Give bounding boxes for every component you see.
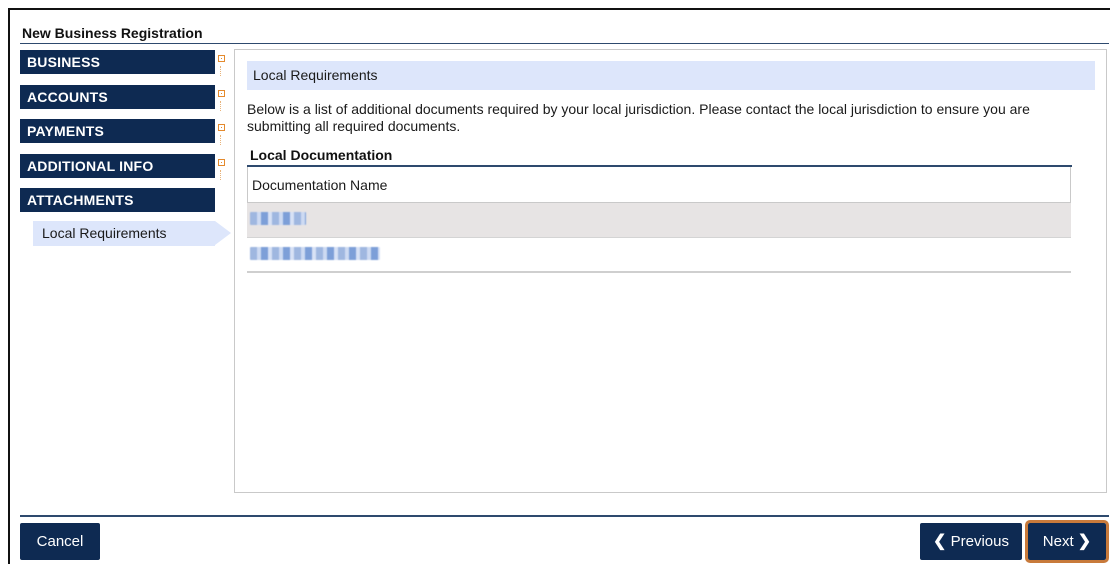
active-pointer-icon [215,221,231,245]
title-divider [20,43,1109,44]
table-row [247,238,1071,273]
documentation-table: Documentation Name [247,167,1071,273]
expand-marker-icon [218,55,225,62]
nav-item-additional-info[interactable]: ADDITIONAL INFO [20,154,215,178]
nav-item-attachments[interactable]: ATTACHMENTS [20,188,215,212]
column-header-documentation-name: Documentation Name [247,167,1071,203]
nav-subitem-local-requirements[interactable]: Local Requirements [33,221,215,246]
previous-button-label: Previous [950,533,1009,550]
section-header: Local Requirements [247,61,1095,90]
page-title: New Business Registration [22,25,203,41]
redacted-document-name [250,212,306,225]
nav-connector [220,66,223,76]
table-title: Local Documentation [250,147,393,163]
expand-marker-icon [218,159,225,166]
previous-button[interactable]: ❮ Previous [920,523,1022,560]
nav-item-business[interactable]: BUSINESS [20,50,215,74]
expand-marker-icon [218,124,225,131]
next-button[interactable]: Next ❯ [1025,520,1109,563]
nav-connector [220,135,223,145]
chevron-right-icon: ❯ [1077,533,1092,550]
nav-connector [220,170,223,180]
chevron-left-icon: ❮ [933,533,947,550]
expand-marker-icon [218,90,225,97]
footer-divider [20,515,1109,517]
nav-item-accounts[interactable]: ACCOUNTS [20,85,215,109]
cancel-button[interactable]: Cancel [20,523,100,560]
nav-connector [220,101,223,111]
nav-item-payments[interactable]: PAYMENTS [20,119,215,143]
redacted-document-name [250,247,380,260]
next-button-label: Next [1042,533,1074,550]
description-text: Below is a list of additional documents … [247,101,1030,134]
table-row [247,203,1071,238]
